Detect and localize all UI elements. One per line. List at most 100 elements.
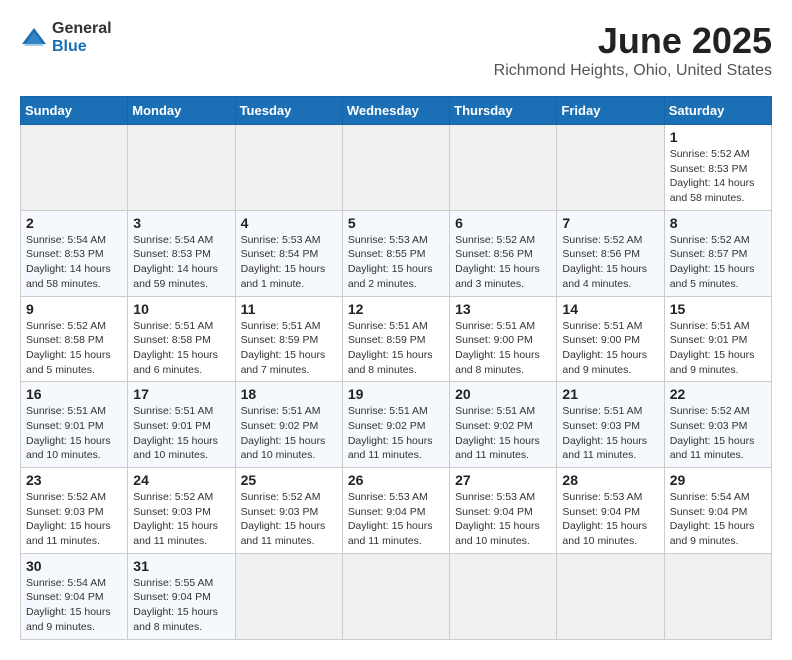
day-info: Sunrise: 5:52 AMSunset: 8:56 PMDaylight:…	[562, 233, 658, 292]
calendar-cell: 5 Sunrise: 5:53 AMSunset: 8:55 PMDaylight…	[342, 210, 449, 296]
day-info: Sunrise: 5:53 AMSunset: 9:04 PMDaylight:…	[455, 490, 551, 549]
day-info: Sunrise: 5:53 AMSunset: 8:55 PMDaylight:…	[348, 233, 444, 292]
day-info: Sunrise: 5:53 AMSunset: 8:54 PMDaylight:…	[241, 233, 337, 292]
day-number: 27	[455, 472, 551, 488]
calendar-cell: 4 Sunrise: 5:53 AMSunset: 8:54 PMDaylight…	[235, 210, 342, 296]
day-info: Sunrise: 5:54 AMSunset: 8:53 PMDaylight:…	[26, 233, 122, 292]
day-number: 29	[670, 472, 766, 488]
day-info: Sunrise: 5:53 AMSunset: 9:04 PMDaylight:…	[562, 490, 658, 549]
day-number: 28	[562, 472, 658, 488]
calendar-cell	[235, 125, 342, 211]
header-row: SundayMondayTuesdayWednesdayThursdayFrid…	[21, 97, 772, 125]
calendar-table: SundayMondayTuesdayWednesdayThursdayFrid…	[20, 96, 772, 640]
day-info: Sunrise: 5:51 AMSunset: 9:01 PMDaylight:…	[133, 404, 229, 463]
week-row-2: 9Sunrise: 5:52 AMSunset: 8:58 PMDaylight…	[21, 296, 772, 382]
day-number: 23	[26, 472, 122, 488]
day-number: 10	[133, 301, 229, 317]
day-info: Sunrise: 5:51 AMSunset: 9:00 PMDaylight:…	[455, 319, 551, 378]
day-info: Sunrise: 5:52 AMSunset: 8:53 PMDaylight:…	[670, 147, 766, 206]
day-info: Sunrise: 5:52 AMSunset: 9:03 PMDaylight:…	[26, 490, 122, 549]
calendar-cell: 6Sunrise: 5:52 AMSunset: 8:56 PMDaylight…	[450, 210, 557, 296]
day-info: Sunrise: 5:52 AMSunset: 8:58 PMDaylight:…	[26, 319, 122, 378]
header: General Blue June 2025 Richmond Heights,…	[20, 20, 772, 80]
day-info: Sunrise: 5:51 AMSunset: 9:03 PMDaylight:…	[562, 404, 658, 463]
calendar-cell: 20Sunrise: 5:51 AMSunset: 9:02 PMDayligh…	[450, 382, 557, 468]
calendar-cell: 18 Sunrise: 5:51 AMSunset: 9:02 PMDayligh…	[235, 382, 342, 468]
week-row-3: 16 Sunrise: 5:51 AMSunset: 9:01 PMDayligh…	[21, 382, 772, 468]
day-number: 13	[455, 301, 551, 317]
day-number: 12	[348, 301, 444, 317]
day-info: Sunrise: 5:51 AMSunset: 9:00 PMDaylight:…	[562, 319, 658, 378]
calendar-cell	[557, 125, 664, 211]
day-info: Sunrise: 5:51 AMSunset: 9:02 PMDaylight:…	[455, 404, 551, 463]
calendar-cell	[21, 125, 128, 211]
calendar-cell: 9Sunrise: 5:52 AMSunset: 8:58 PMDaylight…	[21, 296, 128, 382]
day-number: 24	[133, 472, 229, 488]
calendar-cell: 2 Sunrise: 5:54 AMSunset: 8:53 PMDaylight…	[21, 210, 128, 296]
day-info: Sunrise: 5:51 AMSunset: 9:02 PMDaylight:…	[348, 404, 444, 463]
calendar-cell: 19 Sunrise: 5:51 AMSunset: 9:02 PMDayligh…	[342, 382, 449, 468]
calendar-cell	[450, 125, 557, 211]
day-info: Sunrise: 5:52 AMSunset: 9:03 PMDaylight:…	[241, 490, 337, 549]
calendar-cell	[342, 125, 449, 211]
header-cell-wednesday: Wednesday	[342, 97, 449, 125]
day-info: Sunrise: 5:51 AMSunset: 8:59 PMDaylight:…	[241, 319, 337, 378]
day-info: Sunrise: 5:51 AMSunset: 9:01 PMDaylight:…	[26, 404, 122, 463]
day-info: Sunrise: 5:53 AMSunset: 9:04 PMDaylight:…	[348, 490, 444, 549]
day-info: Sunrise: 5:51 AMSunset: 9:02 PMDaylight:…	[241, 404, 337, 463]
calendar-cell: 16 Sunrise: 5:51 AMSunset: 9:01 PMDayligh…	[21, 382, 128, 468]
calendar-cell: 14 Sunrise: 5:51 AMSunset: 9:00 PMDayligh…	[557, 296, 664, 382]
calendar-cell: 21 Sunrise: 5:51 AMSunset: 9:03 PMDayligh…	[557, 382, 664, 468]
day-number: 7	[562, 215, 658, 231]
calendar-cell	[450, 553, 557, 639]
calendar-cell: 3Sunrise: 5:54 AMSunset: 8:53 PMDaylight…	[128, 210, 235, 296]
day-number: 4	[241, 215, 337, 231]
calendar-cell: 10 Sunrise: 5:51 AMSunset: 8:58 PMDayligh…	[128, 296, 235, 382]
day-number: 18	[241, 386, 337, 402]
day-number: 8	[670, 215, 766, 231]
title-area: June 2025 Richmond Heights, Ohio, United…	[494, 20, 772, 80]
calendar-cell: 8 Sunrise: 5:52 AMSunset: 8:57 PMDaylight…	[664, 210, 771, 296]
day-number: 17	[133, 386, 229, 402]
calendar-cell: 11Sunrise: 5:51 AMSunset: 8:59 PMDayligh…	[235, 296, 342, 382]
day-number: 19	[348, 386, 444, 402]
calendar-cell: 24 Sunrise: 5:52 AMSunset: 9:03 PMDayligh…	[128, 468, 235, 554]
calendar-cell	[235, 553, 342, 639]
day-number: 5	[348, 215, 444, 231]
day-info: Sunrise: 5:54 AMSunset: 9:04 PMDaylight:…	[670, 490, 766, 549]
calendar-cell: 30Sunrise: 5:54 AMSunset: 9:04 PMDayligh…	[21, 553, 128, 639]
day-info: Sunrise: 5:51 AMSunset: 8:59 PMDaylight:…	[348, 319, 444, 378]
day-info: Sunrise: 5:52 AMSunset: 8:56 PMDaylight:…	[455, 233, 551, 292]
calendar-cell: 28 Sunrise: 5:53 AMSunset: 9:04 PMDayligh…	[557, 468, 664, 554]
calendar-cell	[557, 553, 664, 639]
day-number: 15	[670, 301, 766, 317]
day-number: 22	[670, 386, 766, 402]
day-number: 14	[562, 301, 658, 317]
calendar-cell: 13 Sunrise: 5:51 AMSunset: 9:00 PMDayligh…	[450, 296, 557, 382]
day-info: Sunrise: 5:52 AMSunset: 9:03 PMDaylight:…	[670, 404, 766, 463]
day-number: 21	[562, 386, 658, 402]
calendar-cell: 15Sunrise: 5:51 AMSunset: 9:01 PMDayligh…	[664, 296, 771, 382]
logo-general-text: General	[52, 20, 112, 38]
calendar-header: SundayMondayTuesdayWednesdayThursdayFrid…	[21, 97, 772, 125]
header-cell-friday: Friday	[557, 97, 664, 125]
calendar-cell: 29 Sunrise: 5:54 AMSunset: 9:04 PMDayligh…	[664, 468, 771, 554]
day-info: Sunrise: 5:52 AMSunset: 8:57 PMDaylight:…	[670, 233, 766, 292]
day-info: Sunrise: 5:51 AMSunset: 8:58 PMDaylight:…	[133, 319, 229, 378]
calendar-cell: 31Sunrise: 5:55 AMSunset: 9:04 PMDayligh…	[128, 553, 235, 639]
day-number: 25	[241, 472, 337, 488]
logo-blue-text: Blue	[52, 38, 112, 56]
calendar-cell: 12 Sunrise: 5:51 AMSunset: 8:59 PMDayligh…	[342, 296, 449, 382]
calendar-cell	[128, 125, 235, 211]
day-number: 31	[133, 558, 229, 574]
calendar-cell: 7 Sunrise: 5:52 AMSunset: 8:56 PMDaylight…	[557, 210, 664, 296]
day-info: Sunrise: 5:52 AMSunset: 9:03 PMDaylight:…	[133, 490, 229, 549]
header-cell-thursday: Thursday	[450, 97, 557, 125]
day-number: 16	[26, 386, 122, 402]
header-cell-tuesday: Tuesday	[235, 97, 342, 125]
calendar-cell	[664, 553, 771, 639]
header-cell-monday: Monday	[128, 97, 235, 125]
day-number: 2	[26, 215, 122, 231]
calendar-body: 1Sunrise: 5:52 AMSunset: 8:53 PMDaylight…	[21, 125, 772, 640]
day-number: 26	[348, 472, 444, 488]
